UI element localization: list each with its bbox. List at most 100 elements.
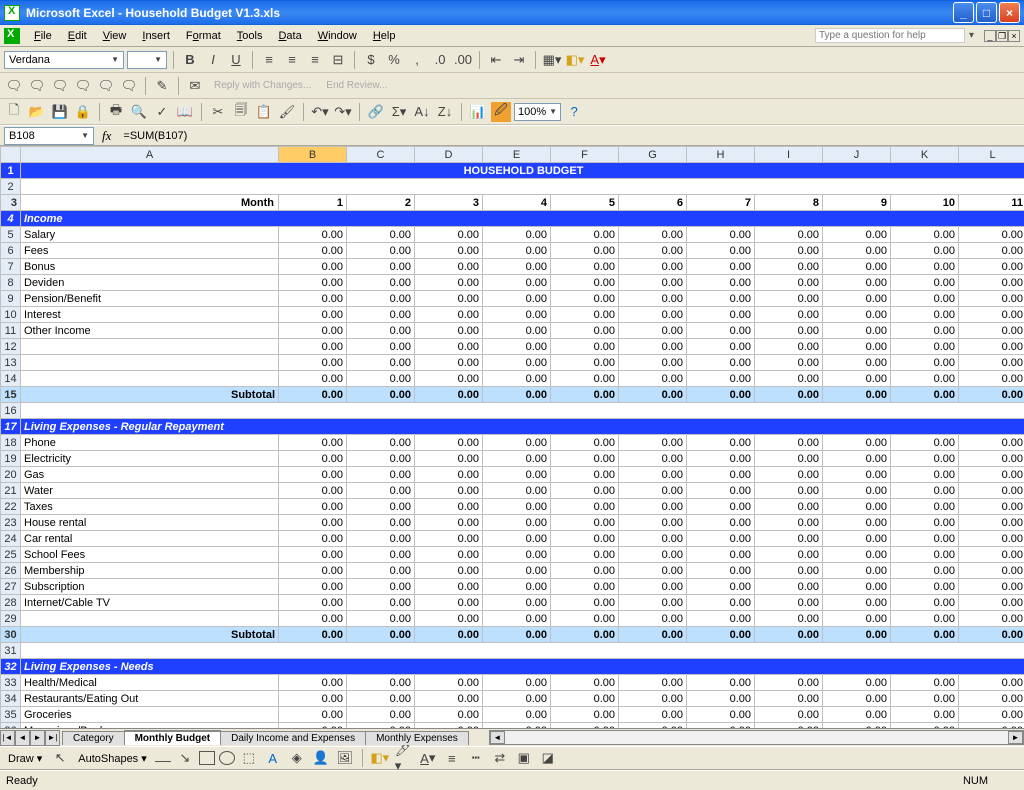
- cell[interactable]: 0.00: [687, 515, 755, 531]
- decrease-indent-button[interactable]: ⇤: [486, 50, 506, 70]
- cell[interactable]: 0.00: [415, 547, 483, 563]
- cell[interactable]: 0.00: [415, 691, 483, 707]
- cell[interactable]: 0.00: [279, 531, 347, 547]
- cell[interactable]: 0.00: [483, 547, 551, 563]
- hyperlink-button[interactable]: 🔗: [366, 102, 386, 122]
- cell[interactable]: 0.00: [619, 675, 687, 691]
- cell[interactable]: 0.00: [687, 499, 755, 515]
- line-style-button[interactable]: ≡: [442, 748, 462, 768]
- cell[interactable]: 0.00: [823, 483, 891, 499]
- cell[interactable]: 0.00: [347, 371, 415, 387]
- cell[interactable]: 0.00: [551, 547, 619, 563]
- cell[interactable]: 0.00: [619, 547, 687, 563]
- tab-prev-button[interactable]: ◄: [15, 730, 30, 746]
- cell[interactable]: 0.00: [823, 515, 891, 531]
- cell[interactable]: 0.00: [279, 579, 347, 595]
- cell[interactable]: 0.00: [687, 243, 755, 259]
- sheet-tab-daily[interactable]: Daily Income and Expenses: [220, 731, 366, 745]
- cell[interactable]: 0.00: [483, 371, 551, 387]
- cell[interactable]: 0.00: [959, 243, 1024, 259]
- cut-button[interactable]: ✂: [208, 102, 228, 122]
- cell[interactable]: 0.00: [279, 259, 347, 275]
- cell[interactable]: 0.00: [347, 691, 415, 707]
- row-label[interactable]: Groceries: [21, 707, 279, 723]
- row-header-26[interactable]: 26: [1, 563, 21, 579]
- cell[interactable]: 0.00: [483, 275, 551, 291]
- col-header-J[interactable]: J: [823, 147, 891, 163]
- cell[interactable]: 0.00: [483, 675, 551, 691]
- cell[interactable]: 0.00: [687, 579, 755, 595]
- cell[interactable]: 0.00: [959, 371, 1024, 387]
- cell[interactable]: 0.00: [347, 611, 415, 627]
- row-header-12[interactable]: 12: [1, 339, 21, 355]
- cell[interactable]: 0.00: [347, 259, 415, 275]
- cell[interactable]: 0.00: [687, 483, 755, 499]
- cell[interactable]: 0.00: [959, 707, 1024, 723]
- cell[interactable]: 0.00: [279, 707, 347, 723]
- cell[interactable]: 0.00: [483, 515, 551, 531]
- cell[interactable]: 0.00: [551, 595, 619, 611]
- cell[interactable]: 0.00: [347, 707, 415, 723]
- fill-color-draw-button[interactable]: ◧▾: [370, 748, 390, 768]
- row-label[interactable]: Membership: [21, 563, 279, 579]
- row-header-22[interactable]: 22: [1, 499, 21, 515]
- cell[interactable]: 0.00: [279, 451, 347, 467]
- cell[interactable]: 0.00: [823, 563, 891, 579]
- cell[interactable]: 0.00: [279, 435, 347, 451]
- cell[interactable]: 0.00: [891, 451, 959, 467]
- cell[interactable]: 0.00: [619, 227, 687, 243]
- cell[interactable]: 0.00: [415, 675, 483, 691]
- cell[interactable]: 0.00: [551, 691, 619, 707]
- cell[interactable]: 0.00: [415, 707, 483, 723]
- cell[interactable]: 0.00: [755, 515, 823, 531]
- row-label[interactable]: [21, 355, 279, 371]
- cell[interactable]: 0.00: [415, 531, 483, 547]
- cell[interactable]: 0.00: [551, 499, 619, 515]
- cell[interactable]: 0.00: [415, 451, 483, 467]
- menu-edit[interactable]: Edit: [60, 28, 95, 44]
- cell[interactable]: 0.00: [619, 483, 687, 499]
- row-header-19[interactable]: 19: [1, 451, 21, 467]
- row-header-33[interactable]: 33: [1, 675, 21, 691]
- col-header-H[interactable]: H: [687, 147, 755, 163]
- undo-button[interactable]: ↶▾: [310, 102, 330, 122]
- cell[interactable]: 0.00: [891, 291, 959, 307]
- show-all-comments-button[interactable]: 🗨: [96, 76, 116, 96]
- cell[interactable]: 0.00: [347, 291, 415, 307]
- cell[interactable]: 0.00: [347, 723, 415, 729]
- save-button[interactable]: 💾: [50, 102, 70, 122]
- cell[interactable]: 0.00: [959, 451, 1024, 467]
- cell[interactable]: 0.00: [891, 355, 959, 371]
- font-color-button[interactable]: A▾: [588, 50, 608, 70]
- horizontal-scrollbar[interactable]: ◄ ►: [489, 730, 1024, 745]
- permission-button[interactable]: 🔒: [73, 102, 93, 122]
- cell[interactable]: 0.00: [891, 675, 959, 691]
- cell[interactable]: 0.00: [279, 691, 347, 707]
- cell[interactable]: 0.00: [687, 547, 755, 563]
- cell[interactable]: 0.00: [279, 227, 347, 243]
- cell[interactable]: 0.00: [891, 547, 959, 563]
- fx-icon[interactable]: fx: [102, 128, 111, 144]
- cell[interactable]: 0.00: [551, 259, 619, 275]
- cell[interactable]: 0.00: [483, 339, 551, 355]
- print-preview-button[interactable]: 🔍: [129, 102, 149, 122]
- picture-button[interactable]: 🖼: [335, 748, 355, 768]
- cell[interactable]: 0.00: [483, 691, 551, 707]
- sheet-tab-monthly-budget[interactable]: Monthly Budget: [124, 730, 222, 745]
- cell[interactable]: 0.00: [687, 707, 755, 723]
- cell[interactable]: 0.00: [415, 563, 483, 579]
- cell[interactable]: 0.00: [415, 371, 483, 387]
- cell[interactable]: 0.00: [619, 691, 687, 707]
- cell[interactable]: 0.00: [959, 611, 1024, 627]
- row-label[interactable]: Fees: [21, 243, 279, 259]
- clipart-button[interactable]: 👤: [311, 748, 331, 768]
- cell[interactable]: 0.00: [823, 467, 891, 483]
- cell[interactable]: 0.00: [823, 595, 891, 611]
- cell[interactable]: 0.00: [619, 707, 687, 723]
- cell[interactable]: 0.00: [279, 275, 347, 291]
- show-comment-button[interactable]: 🗨: [73, 76, 93, 96]
- cell[interactable]: 0.00: [347, 675, 415, 691]
- cell[interactable]: 0.00: [347, 595, 415, 611]
- cell[interactable]: 0.00: [755, 579, 823, 595]
- cell[interactable]: 0.00: [619, 723, 687, 729]
